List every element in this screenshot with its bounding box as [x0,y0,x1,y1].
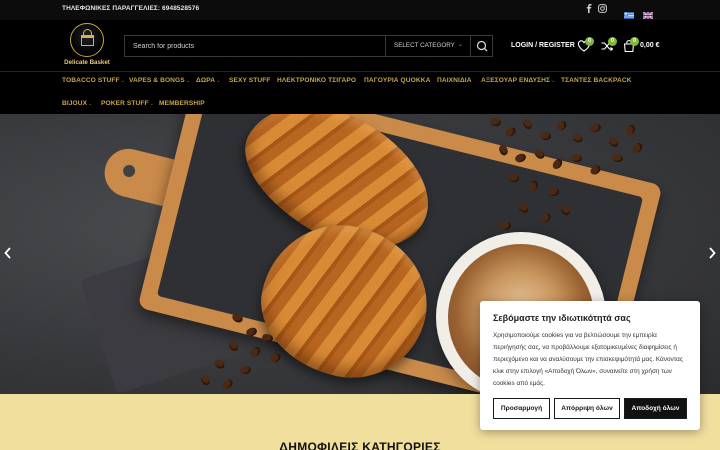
search-input[interactable] [125,36,383,56]
reject-all-button[interactable]: Απόρριψη όλων [554,398,620,419]
compare-button[interactable]: 0 [600,37,617,53]
search-button[interactable] [470,36,492,56]
nav-item-sexy-stuff[interactable]: SEXY STUFF [229,77,271,84]
english-flag-icon[interactable] [642,6,654,20]
cookie-title: Σεβόμαστε την ιδιωτικότητά σας [493,313,631,323]
chevron-down-icon: ⌄ [149,101,154,107]
nav-item-backpacks[interactable]: ΤΣΑΝΤΕΣ BACKPACK [561,77,632,84]
basket-logo-icon [70,23,104,57]
nav-item-membership[interactable]: MEMBERSHIP [159,100,205,107]
nav-item-quokka-bottles[interactable]: ΠΑΓΟΥΡΙΑ QUOKKA [364,77,430,84]
nav-item-apparel-accessories[interactable]: ΑΞΕΣΟΥΑΡ ΕΝΔΥΣΗΣ⌄ [481,77,555,84]
login-register-link[interactable]: LOGIN / REGISTER [511,42,575,49]
cookie-consent-dialog: Σεβόμαστε την ιδιωτικότητά σας Χρησιμοπο… [480,301,700,430]
chevron-down-icon: ⌄ [216,78,221,84]
category-select[interactable]: SELECT CATEGORY ⌄ [385,36,471,56]
search-bar: SELECT CATEGORY ⌄ [124,35,493,57]
chevron-down-icon: ⌄ [551,78,556,84]
cart-total[interactable]: 0,00 € [640,42,659,49]
nav-item-bijoux[interactable]: BIJOUX⌄ [62,100,92,107]
nav-item-toys[interactable]: ΠΑΙΧΝΙΔΙΑ [437,77,472,84]
main-navigation: TOBACCO STUFF⌄ VAPES & BONGS⌄ ΔΩΡΑ⌄ SEXY… [0,72,720,114]
top-bar: ΤΗΛΕΦΩΝΙΚΕΣ ΠΑΡΑΓΓΕΛΙΕΣ: 6948528576 [0,0,720,20]
cart-count-badge: 0 [630,37,639,46]
site-logo[interactable]: Delicate Basket [62,23,112,69]
nav-item-tobacco-stuff[interactable]: TOBACCO STUFF⌄ [62,77,125,84]
nav-item-gifts[interactable]: ΔΩΡΑ⌄ [196,77,220,84]
nav-item-poker-stuff[interactable]: POKER STUFF⌄ [101,100,154,107]
section-heading: ΔΗΜΟΦΙΛΕΙΣ ΚΑΤΗΓΟΡΙΕΣ [279,440,441,450]
chevron-down-icon: ⌄ [88,101,93,107]
facebook-icon[interactable] [586,4,592,15]
cookie-description: Χρησιμοποιούμε cookies για να βελτιώσουμ… [493,332,683,387]
customize-button[interactable]: Προσαρμογή [493,398,550,419]
compare-count-badge: 0 [608,37,617,46]
chevron-down-icon: ⌄ [120,78,125,84]
accept-all-button[interactable]: Αποδοχή όλων [624,398,687,419]
phone-orders-text: ΤΗΛΕΦΩΝΙΚΕΣ ΠΑΡΑΓΓΕΛΙΕΣ: 6948528576 [62,5,200,12]
site-header: Delicate Basket SELECT CATEGORY ⌄ LOGIN … [0,20,720,72]
wishlist-count-badge: 0 [585,37,594,46]
search-icon [476,40,488,52]
slider-next-chevron-right-icon[interactable] [708,247,716,262]
greek-flag-icon[interactable] [624,6,634,19]
cart-button[interactable]: 0 [622,37,639,53]
slider-prev-chevron-left-icon[interactable] [4,247,12,262]
chevron-down-icon: ⌄ [185,78,191,84]
category-select-label: SELECT CATEGORY [394,42,455,49]
chevron-down-icon: ⌄ [457,42,463,48]
nav-item-e-cigarette[interactable]: ΗΛΕΚΤΡΟΝΙΚΟ ΤΣΙΓΑΡΟ [277,77,356,84]
instagram-icon[interactable] [598,4,607,15]
logo-text: Delicate Basket [64,59,110,66]
wishlist-button[interactable]: 0 [577,37,594,53]
nav-item-vapes-bongs[interactable]: VAPES & BONGS⌄ [129,77,190,84]
